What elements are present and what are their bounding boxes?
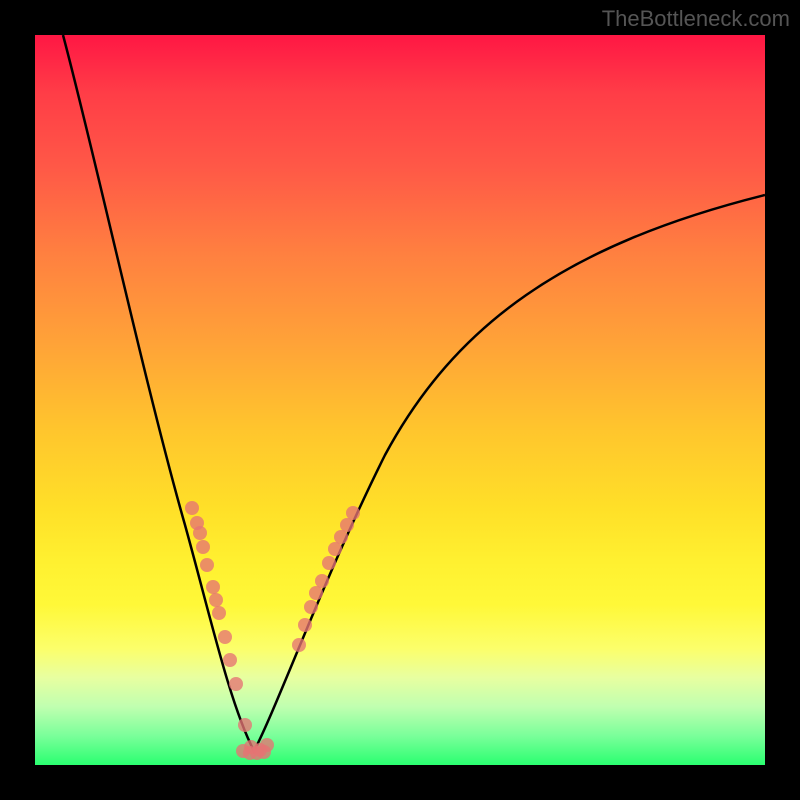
bottleneck-curve — [63, 35, 765, 751]
watermark-text: TheBottleneck.com — [602, 6, 790, 32]
chart-svg — [35, 35, 765, 765]
data-dots-left — [185, 501, 258, 754]
chart-plot-area — [35, 35, 765, 765]
